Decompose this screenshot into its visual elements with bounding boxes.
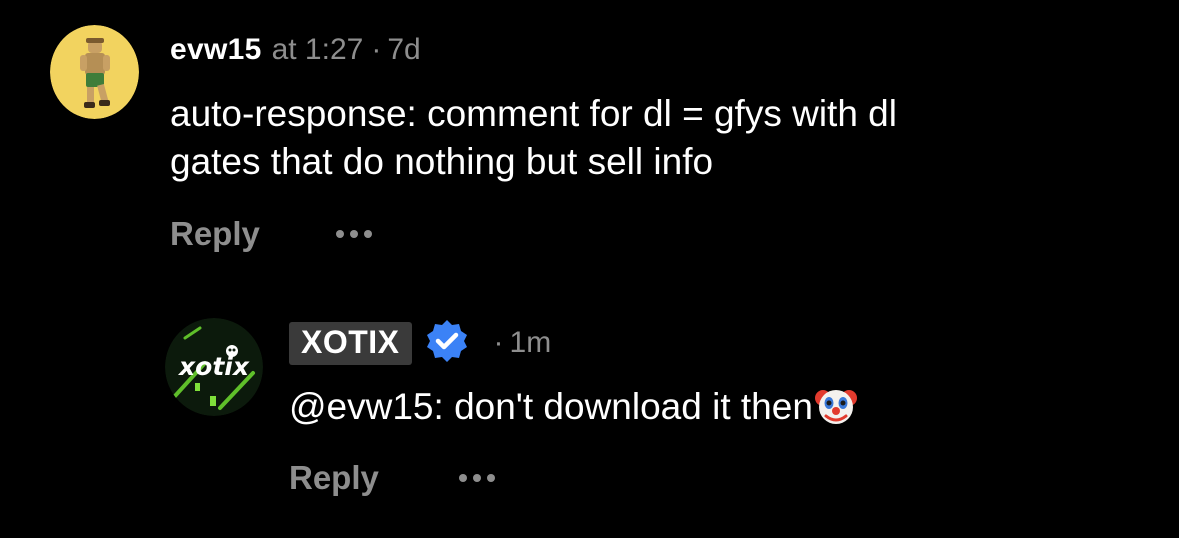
comment-text-line: gates that do nothing but sell info — [170, 141, 714, 182]
comment-actions: Reply — [289, 458, 499, 498]
more-options-icon[interactable] — [332, 224, 376, 244]
username[interactable]: evw15 — [170, 33, 262, 67]
comment-age: 7d — [387, 33, 421, 66]
comment-text-body: don't download it then — [454, 386, 813, 427]
comment-actions: Reply — [170, 214, 376, 254]
comment-text-line: auto-response: comment for dl = gfys wit… — [170, 93, 897, 134]
reply-button[interactable]: Reply — [289, 459, 379, 497]
comment-age: 1m — [509, 326, 552, 359]
creator-username-tag[interactable]: XOTIX — [289, 321, 412, 365]
separator-dot: · — [371, 33, 382, 66]
svg-text:xotix: xotix — [177, 352, 250, 381]
more-options-icon[interactable] — [455, 468, 499, 488]
mention-link[interactable]: @evw15: — [289, 386, 444, 427]
avatar-evw15[interactable] — [50, 25, 139, 119]
comment-header: XOTIX · 1m — [289, 318, 552, 369]
comment-evw15: evw15 at 1:27 · 7d auto-response: commen… — [0, 0, 1179, 270]
comment-text: @evw15: don't download it then — [289, 383, 857, 438]
clown-face-icon — [814, 384, 857, 438]
comment-text: auto-response: comment for dl = gfys wit… — [170, 90, 897, 186]
verified-badge-icon — [424, 318, 470, 369]
comment-header: evw15 at 1:27 · 7d — [170, 30, 421, 70]
avatar-xotix[interactable]: xotix — [165, 318, 263, 416]
separator-dot: · — [493, 326, 504, 359]
timestamp-at: at 1:27 — [271, 33, 364, 66]
comment-xotix: xotix XOTIX · 1m @evw15: don't download … — [0, 300, 1179, 538]
reply-button[interactable]: Reply — [170, 215, 260, 253]
